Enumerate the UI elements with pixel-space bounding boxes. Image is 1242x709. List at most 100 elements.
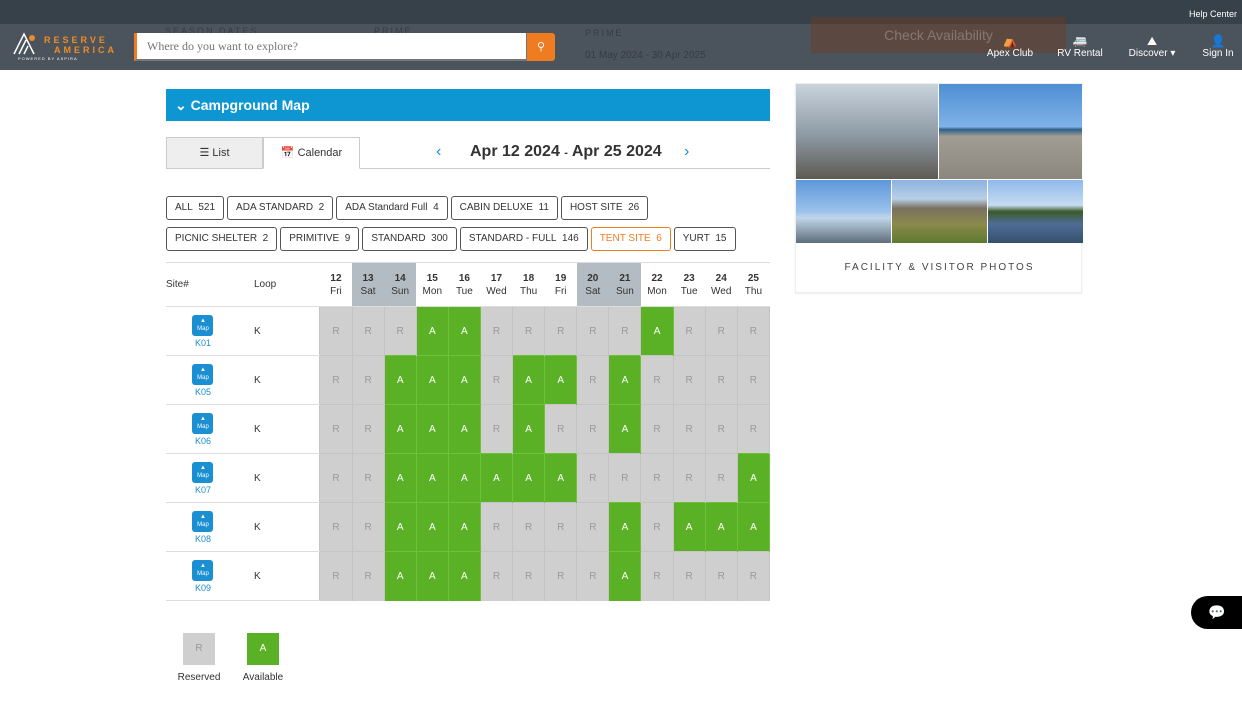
photo-river[interactable]	[988, 180, 1083, 243]
filter-chip[interactable]: STANDARD - FULL 146	[459, 227, 588, 251]
reserved-cell: R	[319, 453, 353, 503]
reserved-cell: R	[351, 355, 385, 405]
logo[interactable]: RESERVE AMERICA POWERED BY ASPIRA	[12, 32, 122, 64]
site-link[interactable]: K08	[195, 534, 211, 544]
filter-chip[interactable]: ALL 521	[166, 196, 225, 220]
available-cell[interactable]: A	[608, 355, 642, 405]
available-cell[interactable]: A	[512, 404, 546, 454]
filter-chip[interactable]: STANDARD 300	[362, 227, 457, 251]
map-icon[interactable]: ▲ Map	[192, 363, 214, 385]
available-cell[interactable]: A	[447, 453, 481, 503]
available-cell[interactable]: A	[544, 355, 578, 405]
available-cell[interactable]: A	[736, 502, 771, 552]
available-cell[interactable]: A	[736, 453, 771, 503]
map-icon[interactable]: ▲ Map	[192, 314, 214, 336]
site-cell[interactable]: ▲ Map K08	[166, 502, 240, 552]
reserved-cell: R	[704, 551, 738, 601]
available-cell[interactable]: A	[479, 453, 514, 503]
photo-buildings[interactable]	[892, 180, 987, 243]
available-cell[interactable]: A	[383, 355, 417, 405]
site-link[interactable]: K05	[195, 387, 211, 397]
available-cell[interactable]: A	[383, 453, 417, 503]
search-button[interactable]: ⚲	[527, 33, 555, 61]
map-icon[interactable]: ▲ Map	[192, 559, 214, 581]
nav-rv-rental[interactable]: 🚐 RV Rental	[1055, 34, 1105, 59]
map-icon[interactable]: ▲ Map	[192, 510, 214, 532]
available-cell[interactable]: A	[447, 306, 481, 356]
filter-chip[interactable]: PRIMITIVE 9	[280, 227, 360, 251]
next-dates-button[interactable]: ›	[684, 143, 689, 161]
available-cell[interactable]: A	[415, 306, 449, 356]
reserved-cell: R	[512, 306, 546, 356]
site-cell[interactable]: ▲ Map K01	[166, 306, 240, 356]
user-icon: 👤	[1210, 34, 1226, 48]
map-icon[interactable]: ▲ Map	[192, 461, 214, 483]
search-input[interactable]	[134, 33, 528, 61]
photo-deck[interactable]	[796, 84, 938, 179]
reserved-cell: R	[640, 404, 674, 454]
help-center-link[interactable]: Help Center	[1189, 9, 1237, 19]
available-cell[interactable]: A	[672, 502, 706, 552]
tab-list[interactable]: ☰ List	[166, 137, 263, 169]
map-icon[interactable]: ▲ Map	[192, 412, 214, 434]
available-cell[interactable]: A	[415, 355, 449, 405]
photo-beach[interactable]	[939, 84, 1082, 179]
nav-sign-in[interactable]: 👤 Sign In	[1198, 34, 1238, 59]
available-cell[interactable]: A	[415, 502, 449, 552]
available-cell[interactable]: A	[447, 502, 481, 552]
chat-button[interactable]: 💬	[1191, 596, 1242, 629]
campground-map-toggle[interactable]: ⌄ Campground Map	[166, 89, 770, 121]
day-column-header: 14 Sun	[384, 262, 417, 307]
available-cell[interactable]: A	[383, 502, 417, 552]
available-cell[interactable]: A	[512, 355, 546, 405]
tab-calendar[interactable]: 📅 Calendar	[263, 137, 360, 169]
reserved-cell: R	[640, 355, 674, 405]
day-column-header: 18 Thu	[512, 262, 545, 307]
available-cell[interactable]: A	[415, 551, 449, 601]
available-cell[interactable]: A	[383, 551, 417, 601]
site-link[interactable]: K07	[195, 485, 211, 495]
site-link[interactable]: K09	[195, 583, 211, 593]
facility-photos[interactable]: FACILITY & VISITOR PHOTOS	[795, 83, 1083, 293]
nav-discover[interactable]: ⛰ Discover ▾	[1122, 34, 1182, 59]
nav-apex-club[interactable]: ⛺ Apex Club	[985, 34, 1035, 59]
available-cell[interactable]: A	[383, 404, 417, 454]
chat-icon: 💬	[1208, 604, 1226, 620]
reserved-cell: R	[351, 453, 385, 503]
site-cell[interactable]: ▲ Map K07	[166, 453, 240, 503]
available-cell[interactable]: A	[447, 551, 481, 601]
reserved-cell: R	[319, 502, 353, 552]
available-cell[interactable]: A	[512, 453, 546, 503]
reserved-cell: R	[383, 306, 417, 356]
calendar-icon: 📅	[280, 147, 295, 159]
filter-chip[interactable]: ADA STANDARD 2	[227, 196, 334, 220]
filter-chip[interactable]: HOST SITE 26	[560, 196, 649, 220]
filter-chip[interactable]: PICNIC SHELTER 2	[166, 227, 278, 251]
available-cell[interactable]: A	[544, 453, 578, 503]
available-cell[interactable]: A	[640, 306, 674, 356]
site-link[interactable]: K06	[195, 436, 211, 446]
available-cell[interactable]: A	[608, 404, 642, 454]
site-link[interactable]: K01	[195, 338, 211, 348]
prev-dates-button[interactable]: ‹	[436, 143, 441, 161]
day-column-header: 15 Mon	[416, 262, 449, 307]
available-cell[interactable]: A	[608, 502, 642, 552]
available-cell[interactable]: A	[447, 355, 481, 405]
reserved-cell: R	[319, 306, 353, 356]
filter-count: 2	[318, 202, 325, 213]
site-cell[interactable]: ▲ Map K09	[166, 551, 240, 601]
logo-mark-icon	[13, 32, 35, 55]
filter-chip[interactable]: TENT SITE 6	[590, 227, 671, 251]
available-cell[interactable]: A	[704, 502, 738, 552]
filter-chip[interactable]: YURT 15	[673, 227, 736, 251]
site-cell[interactable]: ▲ Map K05	[166, 355, 240, 405]
available-cell[interactable]: A	[608, 551, 642, 601]
site-cell[interactable]: ▲ Map K06	[166, 404, 240, 454]
photo-shore[interactable]	[796, 180, 891, 243]
available-cell[interactable]: A	[415, 404, 449, 454]
filter-chip[interactable]: ADA Standard Full 4	[336, 196, 448, 220]
photos-caption: FACILITY & VISITOR PHOTOS	[844, 262, 1035, 273]
filter-chip[interactable]: CABIN DELUXE 11	[450, 196, 558, 220]
available-cell[interactable]: A	[447, 404, 481, 454]
available-cell[interactable]: A	[415, 453, 449, 503]
